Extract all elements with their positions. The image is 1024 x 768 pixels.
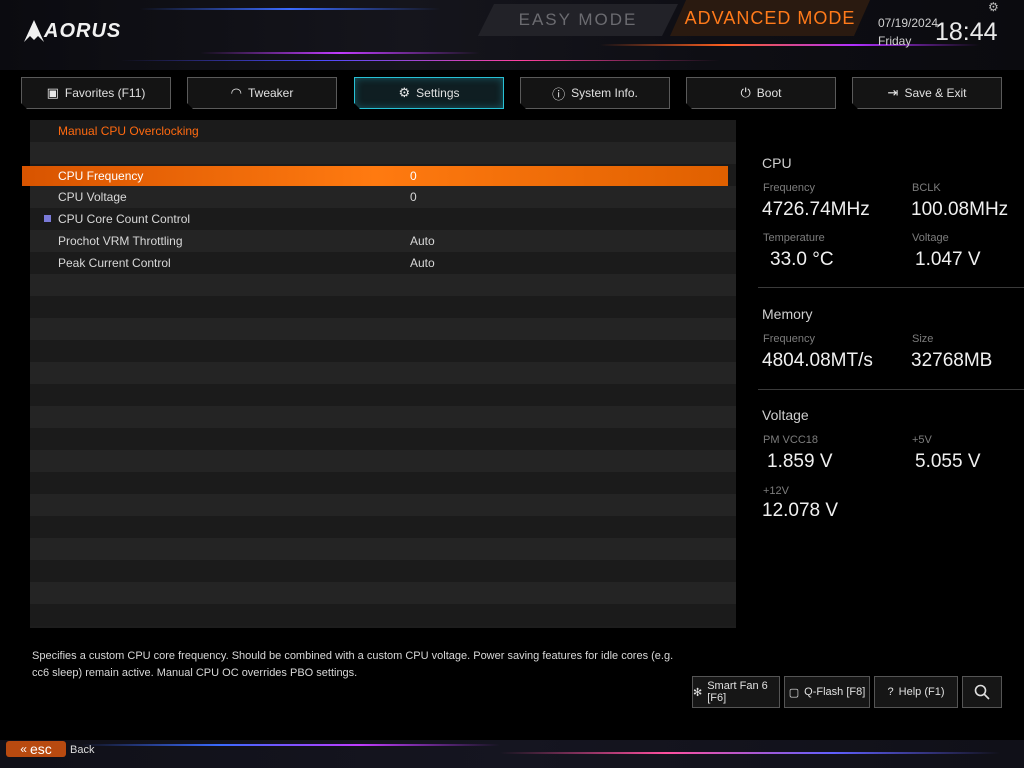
date-text: 07/19/2024 (878, 16, 939, 30)
decor-streak (500, 752, 1000, 754)
search-button[interactable] (962, 676, 1002, 708)
easy-mode-button[interactable]: EASY MODE (478, 4, 678, 36)
setting-value-cpu-frequency[interactable]: 0 (410, 169, 417, 183)
decor-streak (140, 8, 440, 10)
tab-save-exit[interactable]: ⇥ Save & Exit (852, 77, 1002, 109)
memory-size-value: 32768MB (911, 350, 993, 371)
back-label[interactable]: Back (70, 744, 94, 756)
bclk-label: BCLK (912, 182, 941, 194)
plus5v-value: 5.055 V (915, 451, 981, 472)
favorites-icon: ▣ (46, 85, 59, 100)
divider (758, 389, 1024, 390)
setting-label-cpu-frequency[interactable]: CPU Frequency (58, 169, 143, 183)
chip-icon: ▢ (788, 686, 800, 699)
cpu-temp-value: 33.0 °C (770, 249, 834, 270)
decor-streak (80, 744, 500, 746)
help-icon: ? (887, 686, 894, 698)
settings-panel (30, 120, 736, 628)
divider (758, 287, 1024, 288)
tab-tweaker[interactable]: ◠ Tweaker (187, 77, 337, 109)
setting-value-peak-current-control[interactable]: Auto (410, 256, 435, 270)
cpu-frequency-value: 4726.74MHz (762, 199, 870, 220)
section-title: Manual CPU Overclocking (58, 124, 199, 138)
tab-boot[interactable]: ⏻ Boot (686, 77, 836, 109)
setting-label-prochot-vrm-throttling[interactable]: Prochot VRM Throttling (58, 234, 183, 248)
memory-frequency-label: Frequency (763, 333, 815, 345)
plus12v-value: 12.078 V (762, 500, 839, 521)
memory-frequency-value: 4804.08MT/s (762, 350, 873, 371)
cpu-frequency-label: Frequency (763, 182, 815, 194)
decor-streak (200, 52, 480, 54)
tab-favorites-label: Favorites (F11) (64, 86, 146, 100)
tab-settings-label: Settings (416, 86, 460, 100)
decor-streak (120, 60, 720, 61)
settings-gear-icon[interactable]: ⚙ (988, 0, 999, 14)
tab-favorites[interactable]: ▣ Favorites (F11) (21, 77, 171, 109)
pm-vcc18-label: PM VCC18 (763, 434, 819, 446)
tab-system-info-label: System Info. (571, 86, 638, 100)
tab-boot-label: Boot (756, 86, 782, 100)
pm-vcc18-value: 1.859 V (767, 451, 833, 472)
bclk-value: 100.08MHz (911, 199, 1009, 220)
decor-streak (600, 44, 980, 46)
setting-label-cpu-voltage[interactable]: CPU Voltage (58, 190, 127, 204)
brand-logo: AORUS (44, 20, 122, 42)
clock-text: 18:44 (935, 18, 998, 46)
advanced-mode-button[interactable]: ADVANCED MODE (670, 0, 870, 36)
cpu-voltage-label: Voltage (912, 232, 949, 244)
plus5v-label: +5V (912, 434, 932, 446)
tab-save-exit-label: Save & Exit (904, 86, 967, 100)
memory-size-label: Size (912, 333, 934, 345)
help-label: Help (F1) (898, 686, 945, 698)
cpu-temp-label: Temperature (763, 232, 825, 244)
q-flash-button[interactable]: ▢ Q-Flash [F8] (784, 676, 870, 708)
fan-icon: ✻ (693, 686, 703, 699)
day-text: Friday (878, 34, 912, 48)
help-description: Specifies a custom CPU core frequency. S… (32, 650, 674, 679)
aorus-eagle-icon (24, 20, 44, 42)
cpu-voltage-value: 1.047 V (915, 249, 981, 270)
setting-value-cpu-voltage[interactable]: 0 (410, 190, 417, 204)
submenu-bullet-icon (44, 215, 51, 222)
bottom-decor-strip (0, 740, 1024, 768)
double-chevron-left-icon: « (20, 742, 27, 756)
smart-fan-button[interactable]: ✻ Smart Fan 6 [F6] (692, 676, 780, 708)
setting-label-peak-current-control[interactable]: Peak Current Control (58, 256, 171, 270)
setting-label-cpu-core-count-control[interactable]: CPU Core Count Control (58, 212, 190, 226)
cpu-info-title: CPU (762, 155, 792, 171)
search-icon (974, 684, 990, 700)
q-flash-label: Q-Flash [F8] (804, 686, 866, 698)
info-icon: ⓘ (552, 86, 566, 102)
smart-fan-label: Smart Fan 6 [F6] (707, 680, 768, 704)
exit-icon: ⇥ (887, 85, 899, 100)
power-icon: ⏻ (740, 85, 751, 100)
esc-label: esc (29, 741, 52, 757)
gear-icon: ⚙ (398, 85, 411, 100)
gauge-icon: ◠ (230, 85, 242, 100)
help-button[interactable]: ? Help (F1) (874, 676, 958, 708)
memory-info-title: Memory (762, 306, 813, 322)
tab-settings[interactable]: ⚙ Settings (354, 77, 504, 109)
esc-button[interactable]: « esc (6, 741, 66, 757)
voltage-info-title: Voltage (762, 407, 809, 423)
setting-value-prochot-vrm-throttling[interactable]: Auto (410, 234, 435, 248)
tab-system-info[interactable]: ⓘ System Info. (520, 77, 670, 109)
tab-tweaker-label: Tweaker (247, 86, 294, 100)
plus12v-label: +12V (763, 485, 789, 497)
